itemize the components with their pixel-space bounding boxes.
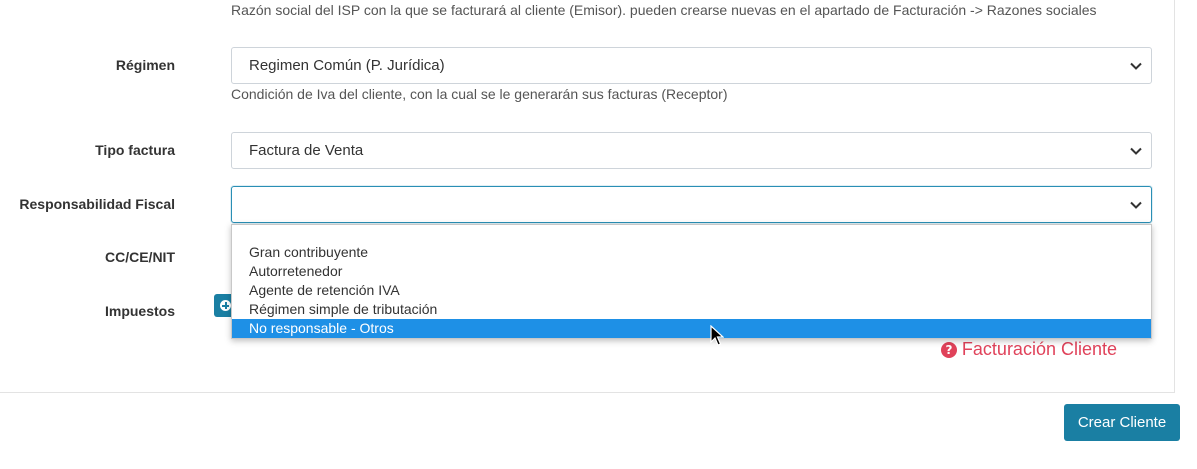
tipo-factura-label: Tipo factura: [95, 142, 175, 158]
chevron-down-icon: [1128, 187, 1144, 222]
dropdown-option[interactable]: Gran contribuyente: [232, 243, 1151, 262]
tipo-factura-select-value: Factura de Venta: [249, 142, 364, 159]
responsabilidad-fiscal-select[interactable]: [231, 186, 1152, 223]
tipo-factura-select[interactable]: Factura de Venta: [231, 132, 1152, 169]
dropdown-option[interactable]: Agente de retención IVA: [232, 281, 1151, 300]
question-circle-icon: ?: [940, 341, 957, 358]
plus-circle-icon: [220, 300, 231, 311]
dropdown-option[interactable]: Régimen simple de tributación: [232, 300, 1151, 319]
mouse-cursor-icon: [710, 325, 724, 346]
client-form-panel: Razón social del ISP con la que se factu…: [0, 0, 1175, 393]
facturacion-cliente-label: Facturación Cliente: [961, 339, 1117, 359]
regimen-select[interactable]: Regimen Común (P. Jurídica): [231, 47, 1152, 84]
regimen-help-text: Condición de Iva del cliente, con la cua…: [231, 86, 728, 102]
emisor-help-text: Razón social del ISP con la que se factu…: [231, 2, 1097, 18]
dropdown-option[interactable]: Autorretenedor: [232, 262, 1151, 281]
responsabilidad-fiscal-label: Responsabilidad Fiscal: [19, 196, 175, 212]
responsabilidad-fiscal-dropdown: Gran contribuyente Autorretenedor Agente…: [231, 224, 1152, 339]
documento-label: CC/CE/NIT: [105, 249, 175, 265]
regimen-select-value: Regimen Común (P. Jurídica): [249, 57, 445, 74]
regimen-label: Régimen: [115, 57, 175, 73]
chevron-down-icon: [1128, 133, 1144, 168]
chevron-down-icon: [1128, 48, 1144, 83]
impuestos-label: Impuestos: [104, 303, 175, 319]
crear-cliente-button[interactable]: Crear Cliente: [1064, 404, 1180, 441]
facturacion-cliente-link[interactable]: ? Facturación Cliente: [940, 339, 1117, 360]
dropdown-option-highlighted[interactable]: No responsable - Otros: [232, 319, 1151, 338]
